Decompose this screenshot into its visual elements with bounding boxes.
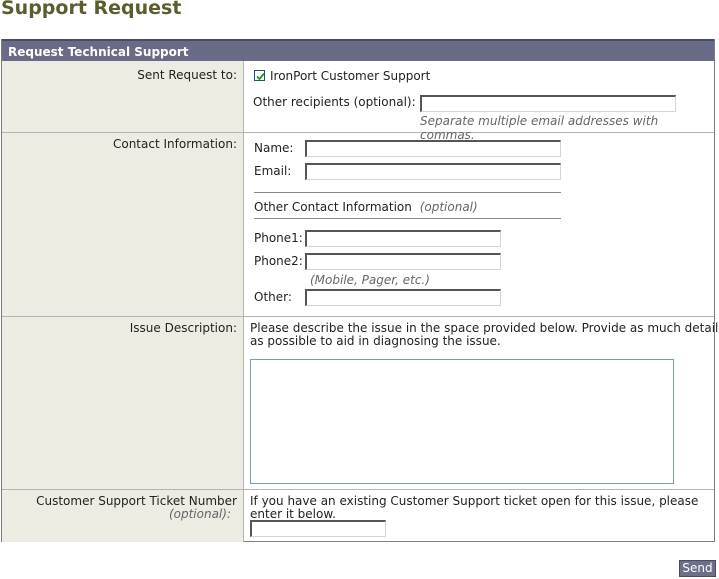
sent-request-label-cell: Sent Request to: [2, 61, 244, 132]
other-contact-label: Other: [254, 290, 292, 304]
divider-top [254, 192, 561, 193]
contact-label-cell: Contact Information: [2, 133, 244, 316]
name-input[interactable] [305, 140, 561, 157]
sent-request-value-cell: IronPort Customer Support Other recipien… [244, 61, 714, 142]
sent-request-label: Sent Request to: [137, 68, 237, 82]
phone2-hint: (Mobile, Pager, etc.) [310, 273, 430, 287]
other-contact-heading: Other Contact Information (optional) [254, 200, 478, 214]
other-contact-input[interactable] [305, 289, 501, 306]
panel-header: Request Technical Support [2, 39, 714, 61]
checkmark-icon [256, 72, 265, 81]
contact-value-cell: Name: Email: Other Contact Information (… [244, 133, 714, 316]
ticket-label-cell: Customer Support Ticket Number (optional… [2, 490, 244, 542]
issue-description-textarea[interactable] [250, 359, 674, 484]
phone1-label: Phone1: [254, 231, 303, 245]
ticket-number-input[interactable] [250, 520, 386, 537]
ticket-label-optional: (optional): [168, 507, 231, 521]
ticket-label: Customer Support Ticket Number [36, 494, 237, 508]
other-recipients-label: Other recipients (optional): [253, 95, 416, 109]
phone2-label: Phone2: [254, 254, 303, 268]
name-label: Name: [254, 141, 294, 155]
ironport-support-label: IronPort Customer Support [270, 69, 431, 83]
contact-row: Contact Information: Name: Email: Other … [2, 133, 714, 317]
issue-value-cell: Please describe the issue in the space p… [244, 317, 718, 489]
issue-instructions-line1: Please describe the issue in the space p… [250, 321, 719, 335]
page-title: Support Request [1, 0, 182, 19]
issue-label-cell: Issue Description: [2, 317, 244, 489]
send-button[interactable]: Send [679, 560, 716, 577]
ticket-row: Customer Support Ticket Number (optional… [2, 490, 714, 542]
ironport-support-checkbox[interactable] [254, 70, 265, 81]
ticket-value-cell: If you have an existing Customer Support… [244, 490, 714, 542]
phone2-input[interactable] [305, 253, 501, 270]
sent-request-row: Sent Request to: IronPort Customer Suppo… [2, 61, 714, 142]
divider-bottom [254, 218, 561, 219]
issue-label: Issue Description: [129, 321, 237, 335]
other-contact-heading-text: Other Contact Information [254, 200, 412, 214]
support-request-panel: Request Technical Support Sent Request t… [1, 39, 718, 542]
issue-instructions-line2: as possible to aid in diagnosing the iss… [250, 334, 501, 348]
email-input[interactable] [305, 163, 561, 180]
other-contact-heading-optional: (optional) [419, 200, 478, 214]
phone1-input[interactable] [305, 230, 501, 247]
contact-label: Contact Information: [112, 137, 237, 151]
other-recipients-input[interactable] [420, 95, 676, 112]
ticket-instructions-line1: If you have an existing Customer Support… [250, 494, 699, 508]
email-label: Email: [254, 164, 292, 178]
ticket-instructions-line2: enter it below. [250, 507, 336, 521]
issue-row: Issue Description: Please describe the i… [2, 317, 718, 490]
